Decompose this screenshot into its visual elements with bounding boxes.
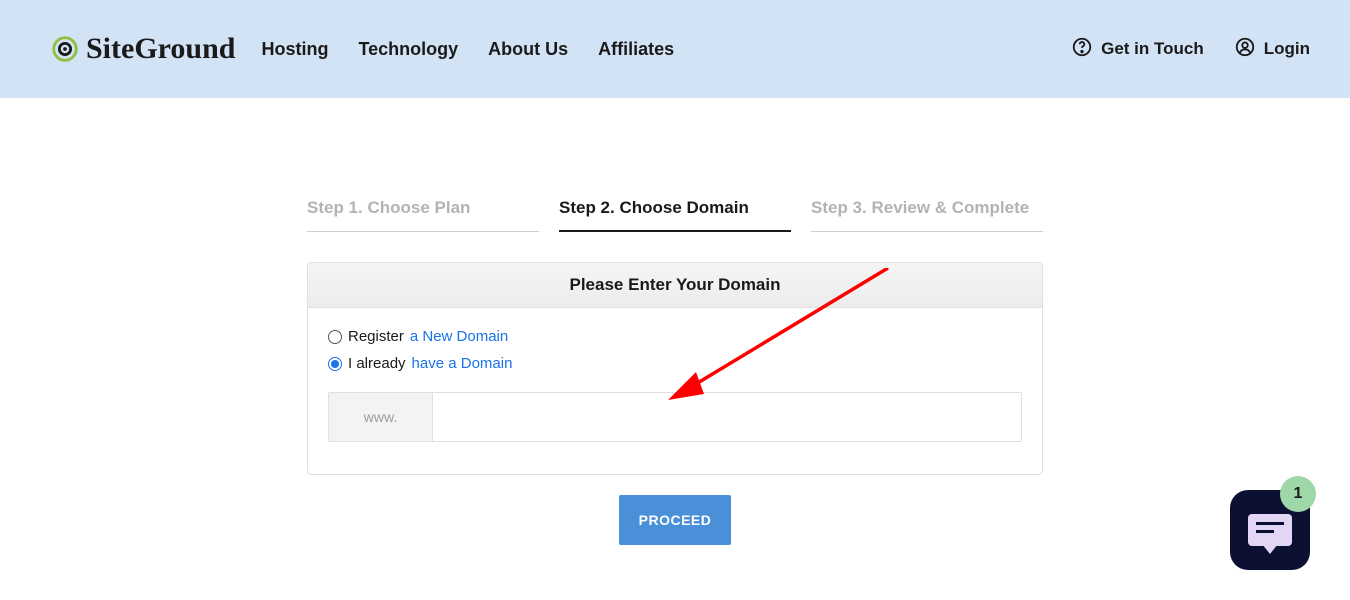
radio-register-new-domain[interactable]: Register a New Domain	[328, 328, 1022, 345]
proceed-button[interactable]: PROCEED	[619, 495, 731, 545]
step-tab-choose-domain[interactable]: Step 2. Choose Domain	[559, 198, 791, 232]
chat-bubble-icon	[1248, 514, 1292, 546]
radio-register-link: a New Domain	[410, 328, 508, 345]
help-circle-icon	[1071, 36, 1093, 63]
domain-input[interactable]	[432, 392, 1022, 442]
get-in-touch-label: Get in Touch	[1101, 39, 1204, 59]
radio-register-prefix: Register	[348, 328, 404, 345]
brand-name: SiteGround	[86, 32, 236, 66]
main-nav: Hosting Technology About Us Affiliates	[262, 39, 675, 60]
step-tab-choose-plan[interactable]: Step 1. Choose Plan	[307, 198, 539, 232]
top-header: SiteGround Hosting Technology About Us A…	[0, 0, 1350, 98]
header-right: Get in Touch Login	[1071, 36, 1310, 63]
panel-title: Please Enter Your Domain	[308, 263, 1042, 308]
login-button[interactable]: Login	[1234, 36, 1310, 63]
panel-body: Register a New Domain I already have a D…	[308, 308, 1042, 474]
radio-have-link: have a Domain	[412, 355, 513, 372]
chat-widget[interactable]: 1	[1230, 490, 1310, 570]
login-label: Login	[1264, 39, 1310, 59]
radio-have-domain[interactable]: I already have a Domain	[328, 355, 1022, 372]
domain-panel: Please Enter Your Domain Register a New …	[307, 262, 1043, 475]
domain-prefix-label: www.	[328, 392, 432, 442]
nav-technology[interactable]: Technology	[359, 39, 459, 60]
user-circle-icon	[1234, 36, 1256, 63]
radio-have-prefix: I already	[348, 355, 406, 372]
step-tab-review-complete[interactable]: Step 3. Review & Complete	[811, 198, 1043, 232]
main-content: Step 1. Choose Plan Step 2. Choose Domai…	[0, 98, 1350, 545]
brand-logo[interactable]: SiteGround	[50, 32, 236, 66]
domain-input-group: www.	[328, 392, 1022, 442]
chat-badge: 1	[1280, 476, 1316, 512]
nav-affiliates[interactable]: Affiliates	[598, 39, 674, 60]
logo-swirl-icon	[50, 34, 80, 64]
radio-icon	[328, 357, 342, 371]
get-in-touch-button[interactable]: Get in Touch	[1071, 36, 1204, 63]
radio-icon	[328, 330, 342, 344]
checkout-steps: Step 1. Choose Plan Step 2. Choose Domai…	[307, 198, 1043, 232]
nav-about-us[interactable]: About Us	[488, 39, 568, 60]
nav-hosting[interactable]: Hosting	[262, 39, 329, 60]
